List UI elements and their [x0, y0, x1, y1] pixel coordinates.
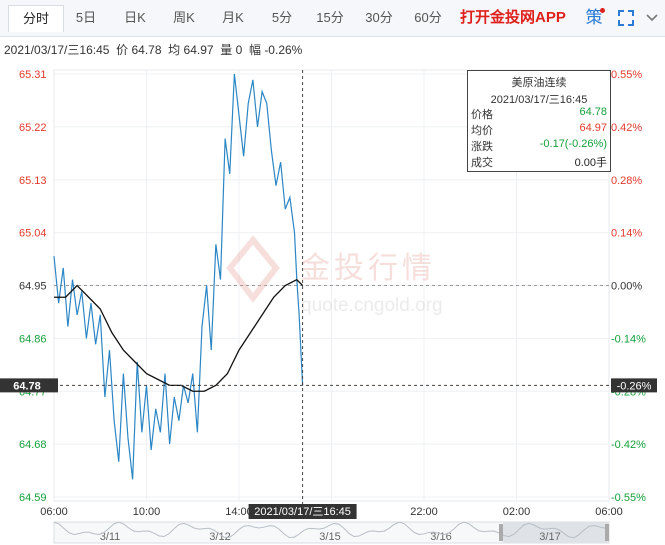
- legend-label: 价格: [471, 109, 493, 121]
- navigator-date-label: 3/15: [319, 531, 340, 543]
- legend-row-avg: 均价 64.97: [471, 122, 607, 137]
- legend-datetime: 2021/03/17/三16:45: [490, 94, 588, 106]
- pct-tick-label: 0.00%: [611, 281, 642, 293]
- current-pct-label: -0.26%: [617, 380, 652, 392]
- legend-row-volume: 成交 0.00手: [471, 154, 607, 169]
- legend-value: 64.78: [579, 106, 607, 118]
- y-tick-label: 65.13: [19, 175, 47, 187]
- legend-label: 均价: [471, 125, 493, 137]
- price-line: [53, 73, 304, 480]
- y-tick-label: 64.59: [19, 492, 47, 504]
- tooltip-legend: 美原油连续 2021/03/17/三16:45 价格 64.78 均价 64.9…: [467, 70, 611, 172]
- pct-tick-label: -0.42%: [611, 439, 646, 451]
- navigator-handle-right[interactable]: [605, 524, 609, 541]
- navigator-date-label: 3/17: [539, 531, 560, 543]
- legend-row-change: 涨跌 -0.17(-0.26%): [471, 138, 607, 153]
- x-tick-label: 22:00: [410, 506, 438, 518]
- y-tick-label: 65.04: [19, 228, 47, 240]
- x-tick-label: 10:00: [133, 506, 161, 518]
- navigator-handle-left[interactable]: [499, 524, 503, 541]
- pct-tick-label: 0.28%: [611, 175, 642, 187]
- pct-tick-label: 0.55%: [611, 69, 642, 81]
- current-price-label: 64.78: [13, 380, 41, 392]
- legend-label: 涨跌: [471, 141, 493, 153]
- y-tick-label: 64.68: [19, 439, 47, 451]
- crosshair-time-label: 2021/03/17/三16:45: [254, 506, 351, 518]
- y-tick-label: 64.95: [19, 281, 47, 293]
- watermark-text: 金投行情: [300, 251, 436, 286]
- watermark: 金投行情 quote.cngold.org: [226, 235, 443, 316]
- legend-value: 0.00手: [574, 157, 607, 169]
- legend-value: -0.17(-0.26%): [539, 138, 607, 150]
- x-tick-label: 06:00: [595, 506, 623, 518]
- x-tick-label: 06:00: [40, 506, 68, 518]
- y-tick-label: 65.31: [19, 69, 47, 81]
- legend-label: 成交: [471, 157, 493, 169]
- pct-tick-label: -0.14%: [611, 333, 646, 345]
- watermark-url: quote.cngold.org: [301, 295, 443, 316]
- legend-title: 美原油连续: [511, 77, 567, 89]
- y-tick-label: 65.22: [19, 122, 47, 134]
- legend-row-price: 价格 64.78: [471, 106, 607, 121]
- legend-value: 64.97: [579, 122, 607, 134]
- pct-tick-label: -0.55%: [611, 492, 646, 504]
- watermark-logo-icon: [226, 235, 280, 303]
- x-tick-label: 02:00: [503, 506, 531, 518]
- y-tick-label: 64.86: [19, 333, 47, 345]
- pct-tick-label: 0.42%: [611, 122, 642, 134]
- pct-tick-label: 0.14%: [611, 228, 642, 240]
- average-price-line: [54, 278, 304, 392]
